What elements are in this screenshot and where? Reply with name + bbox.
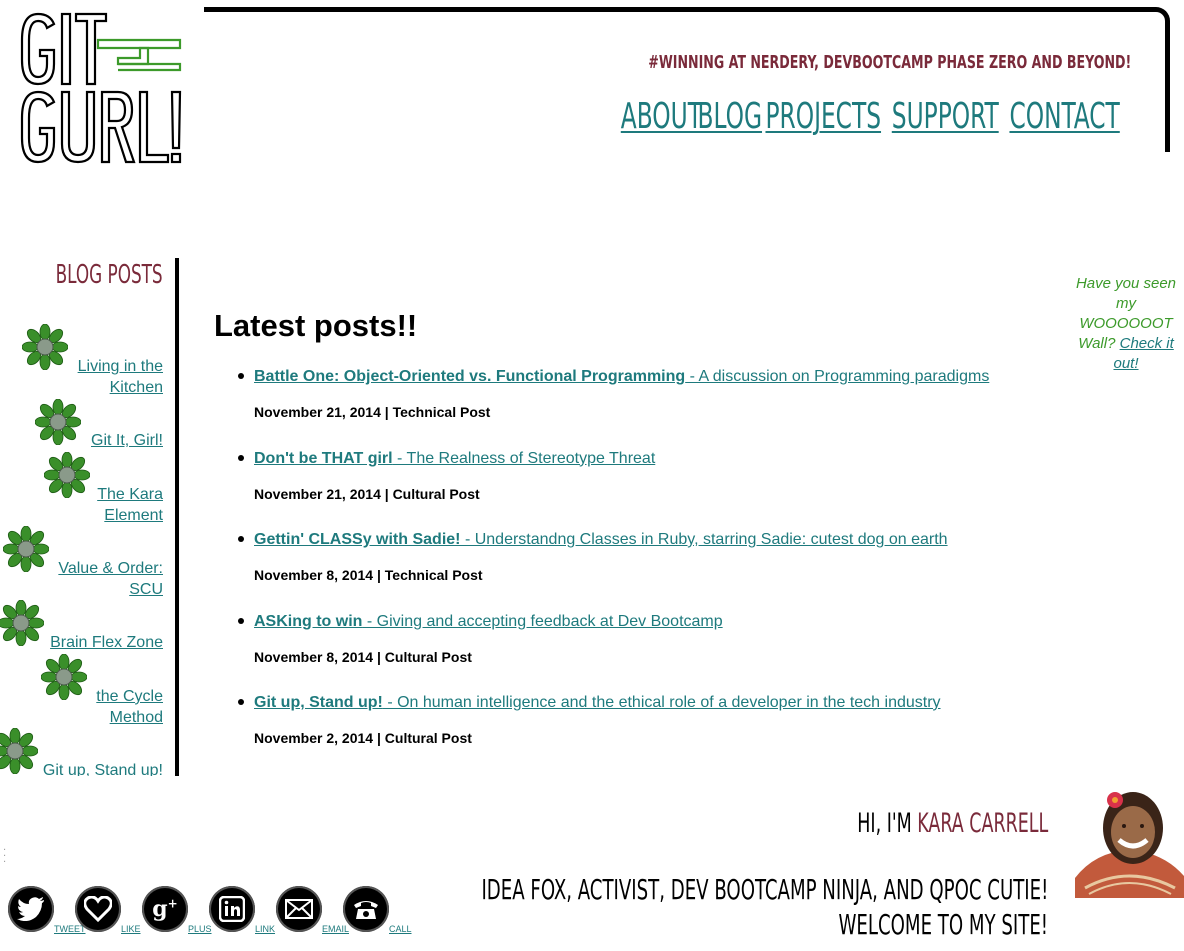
site-logo[interactable]: [14, 10, 186, 175]
post-meta: November 21, 2014 | Technical Post: [254, 404, 491, 420]
list-item: Battle One: Object-Oriented vs. Function…: [214, 366, 1034, 448]
email-link[interactable]: EMAIL: [276, 886, 350, 934]
social-label: TWEET: [54, 924, 86, 934]
bio-greeting: HI, I'M KARA CARRELL: [857, 808, 1048, 839]
sidebar-link[interactable]: Living in the Kitchen: [78, 358, 163, 396]
social-label: LINK: [255, 924, 276, 934]
sidebar-item: the Cycle Method: [83, 686, 163, 728]
linkedin-icon: [209, 886, 255, 932]
tweet-link[interactable]: TWEET: [8, 886, 86, 934]
sidebar-item: The Kara Element: [83, 484, 163, 526]
post-meta: November 8, 2014 | Cultural Post: [254, 648, 472, 665]
flower-icon: [22, 324, 68, 370]
flower-icon: [0, 728, 38, 774]
header: #WINNING AT NERDERY, DEVBOOTCAMP PHASE Z…: [204, 7, 1170, 152]
plus-link[interactable]: g+ PLUS: [142, 886, 212, 934]
post-link[interactable]: Git up, Stand up! - On human intelligenc…: [254, 694, 941, 712]
nav-projects[interactable]: PROJECTS: [765, 96, 881, 137]
twitter-icon: [8, 886, 54, 932]
nav-contact[interactable]: CONTACT: [1009, 96, 1119, 137]
social-label: PLUS: [188, 924, 212, 934]
list-item: ASKing to win - Giving and accepting fee…: [214, 611, 1034, 693]
nav-blog[interactable]: BLOG: [698, 96, 762, 137]
social-links: TWEET LIKE g+ PLUS LINK EMAIL CALL: [8, 886, 412, 934]
list-item: Don't be THAT girl - The Realness of Ste…: [214, 448, 1034, 530]
nav-support[interactable]: SUPPORT: [892, 96, 999, 137]
bio-welcome: WELCOME TO MY SITE!: [838, 908, 1048, 941]
email-icon: [276, 886, 322, 932]
social-label: LIKE: [121, 924, 141, 934]
sidebar: BLOG POSTS Living in the Kitchen Git It,…: [0, 258, 179, 776]
post-meta: November 21, 2014 | Cultural Post: [254, 485, 480, 502]
call-link[interactable]: CALL: [343, 886, 412, 934]
flower-icon: [0, 600, 44, 646]
main-nav: ABOUT BLOG PROJECTS SUPPORT CONTACT: [620, 96, 1126, 137]
heart-icon: [75, 886, 121, 932]
post-link[interactable]: Don't be THAT girl - The Realness of Ste…: [254, 450, 655, 468]
sidebar-item: Git It, Girl!: [91, 430, 163, 451]
wall-note-link[interactable]: Check it out!: [1113, 335, 1173, 372]
greeting-text: HI, I'M: [856, 808, 918, 839]
post-link[interactable]: Gettin' CLASSy with Sadie! - Understandn…: [254, 531, 948, 549]
flower-icon: [41, 654, 87, 700]
wall-note: Have you seen my WOOOOOOT Wall? Check it…: [1068, 274, 1184, 374]
flower-icon: [35, 399, 81, 445]
post-link[interactable]: Battle One: Object-Oriented vs. Function…: [254, 368, 989, 386]
main-content: Latest posts!! Battle One: Object-Orient…: [214, 308, 1034, 774]
phone-icon: [343, 886, 389, 932]
post-list: Battle One: Object-Oriented vs. Function…: [214, 366, 1034, 774]
like-link[interactable]: LIKE: [75, 886, 142, 934]
sidebar-title: BLOG POSTS: [55, 260, 163, 290]
post-meta: November 8, 2014 | Technical Post: [254, 567, 483, 583]
list-item: Git up, Stand up! - On human intelligenc…: [214, 692, 1034, 774]
google-plus-icon: g+: [142, 886, 188, 932]
sidebar-link[interactable]: Value & Order: SCU: [58, 560, 163, 598]
sidebar-link[interactable]: Brain Flex Zone: [50, 634, 163, 651]
sidebar-item: Living in the Kitchen: [63, 356, 163, 398]
post-meta: November 2, 2014 | Cultural Post: [254, 730, 472, 746]
sidebar-item: Brain Flex Zone: [50, 632, 163, 653]
sidebar-link[interactable]: The Kara Element: [97, 486, 163, 524]
bio-line: IDEA FOX, ACTIVIST, DEV BOOTCAMP NINJA, …: [481, 873, 1048, 906]
tagline: #WINNING AT NERDERY, DEVBOOTCAMP PHASE Z…: [647, 52, 1131, 73]
sidebar-item: Value & Order: SCU: [43, 558, 163, 600]
sidebar-link[interactable]: the Cycle Method: [96, 688, 163, 726]
avatar: [1075, 780, 1184, 898]
divider-dots: · · ·: [3, 845, 7, 868]
post-link[interactable]: ASKing to win - Giving and accepting fee…: [254, 613, 723, 631]
sidebar-item: Git up, Stand up!: [43, 760, 163, 776]
nav-about[interactable]: ABOUT: [620, 96, 701, 137]
author-name: KARA CARRELL: [917, 808, 1048, 839]
social-label: EMAIL: [322, 924, 350, 934]
sidebar-link[interactable]: Git It, Girl!: [91, 432, 163, 449]
link-link[interactable]: LINK: [209, 886, 276, 934]
sidebar-link[interactable]: Git up, Stand up!: [43, 762, 163, 776]
list-item: Gettin' CLASSy with Sadie! - Understandn…: [214, 529, 1034, 611]
social-label: CALL: [389, 924, 412, 934]
page-title: Latest posts!!: [214, 308, 418, 343]
